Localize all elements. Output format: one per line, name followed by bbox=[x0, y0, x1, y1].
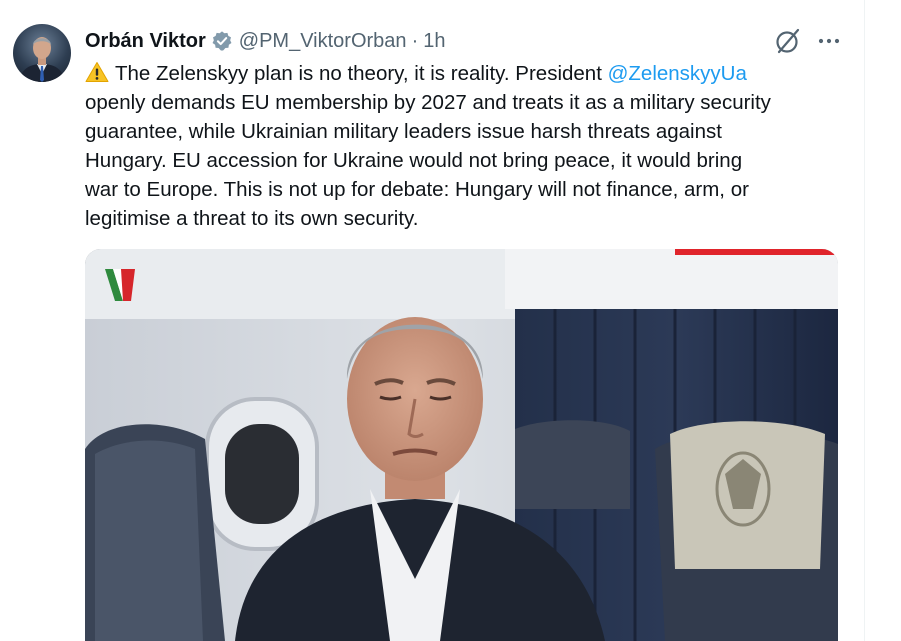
tweet-text-line-6: legitimise a threat to its own security. bbox=[85, 207, 419, 230]
person-avatar-icon bbox=[19, 37, 65, 82]
author-avatar[interactable] bbox=[13, 24, 71, 82]
tweet-header: Orbán Viktor @PM_ViktorOrban · 1h bbox=[85, 26, 445, 56]
tweet-text-line-3: guarantee, while Ukrainian military lead… bbox=[85, 120, 722, 143]
tweet-text: The Zelenskyy plan is no theory, it is r… bbox=[85, 59, 845, 233]
mention-link[interactable]: @ZelenskyyUa bbox=[608, 62, 747, 85]
tweet-text-line-1: The Zelenskyy plan is no theory, it is r… bbox=[85, 59, 845, 88]
tweet-text-line-4: Hungary. EU accession for Ukraine would … bbox=[85, 149, 743, 172]
separator-dot: · bbox=[411, 29, 419, 52]
verified-badge-icon bbox=[212, 31, 232, 51]
author-handle[interactable]: @PM_ViktorOrban bbox=[239, 30, 407, 53]
timeline-divider bbox=[864, 0, 865, 641]
author-name[interactable]: Orbán Viktor bbox=[85, 30, 206, 53]
more-icon[interactable] bbox=[814, 28, 844, 54]
tweet[interactable]: Orbán Viktor @PM_ViktorOrban · 1h The Ze… bbox=[0, 0, 901, 641]
timestamp[interactable]: 1h bbox=[423, 30, 445, 53]
tweet-media-video[interactable] bbox=[85, 249, 838, 641]
grok-icon[interactable] bbox=[774, 27, 802, 55]
tweet-text-line-2: openly demands EU membership by 2027 and… bbox=[85, 91, 771, 114]
video-thumbnail bbox=[85, 249, 838, 641]
tweet-text-segment: The Zelenskyy plan is no theory, it is r… bbox=[115, 62, 608, 85]
tweet-text-line-5: war to Europe. This is not up for debate… bbox=[85, 178, 749, 201]
warning-icon bbox=[85, 62, 109, 82]
